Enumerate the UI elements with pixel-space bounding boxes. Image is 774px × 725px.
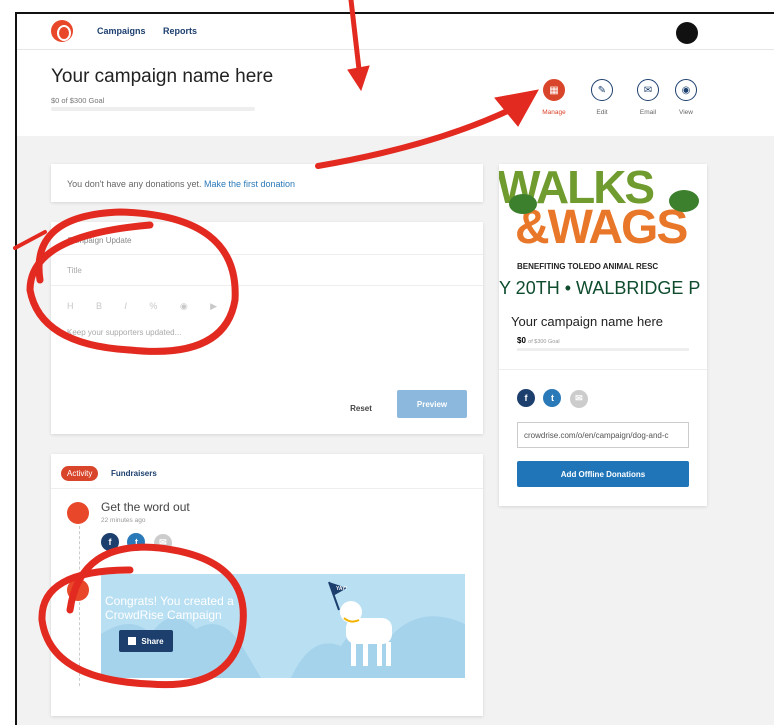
heading-icon[interactable]: H (67, 301, 74, 311)
banner-illustration (101, 581, 465, 678)
campaign-image: WALKS &WAGS BENEFITING TOLEDO ANIMAL RES… (499, 164, 707, 304)
donations-card: You don't have any donations yet. Make t… (51, 164, 483, 202)
facebook-icon[interactable]: f (517, 389, 535, 407)
update-title-input[interactable]: Title (67, 266, 82, 275)
no-donations-text: You don't have any donations yet. (67, 179, 202, 189)
twitter-icon[interactable]: t (543, 389, 562, 407)
nav-campaigns[interactable]: Campaigns (97, 26, 146, 36)
update-heading: Campaign Update (67, 236, 132, 245)
sidebar-progress-bar (517, 348, 689, 351)
envelope-icon: ✉ (637, 79, 659, 101)
view-button[interactable]: ◉ View (664, 79, 708, 116)
editor-toolbar: H B I % ◉ ▶ (67, 296, 235, 314)
email-icon[interactable]: ✉ (569, 389, 588, 408)
twitter-icon[interactable]: t (127, 533, 146, 551)
bush-graphic (509, 194, 537, 214)
manage-button[interactable]: ▦ Manage (532, 79, 576, 116)
image-benefit-text: BENEFITING TOLEDO ANIMAL RESC (517, 262, 659, 271)
campaign-update-card: Campaign Update Title H B I % ◉ ▶ Keep y… (51, 222, 483, 434)
link-icon[interactable]: % (149, 301, 157, 311)
crowdrise-logo[interactable] (51, 20, 73, 42)
banner-flag-text: YAY! (336, 586, 348, 592)
tab-activity[interactable]: Activity (61, 466, 99, 481)
bush-graphic (669, 190, 699, 212)
activity-item-time: 22 minutes ago (101, 517, 146, 524)
congrats-text: Congrats! You created a CrowdRise Campai… (105, 594, 234, 622)
facebook-square-icon (128, 637, 137, 645)
first-donation-link[interactable]: Make the first donation (204, 179, 295, 189)
goal-progress-bar (51, 107, 255, 111)
activity-item-title: Get the word out (101, 500, 190, 514)
add-offline-donations-button[interactable]: Add Offline Donations (517, 461, 689, 487)
congrats-banner: Congrats! You created a CrowdRise Campai… (101, 574, 465, 678)
video-icon[interactable]: ▶ (210, 301, 217, 312)
sidebar-amount: $0 (517, 336, 526, 345)
bold-icon[interactable]: B (96, 301, 102, 311)
view-label: View (679, 109, 693, 116)
nav-reports[interactable]: Reports (163, 26, 197, 36)
timeline-line (79, 526, 80, 686)
app-frame: Campaigns Reports Your campaign name her… (15, 12, 774, 725)
email-icon[interactable]: ✉ (153, 533, 172, 552)
image-wags-text: &WAGS (515, 201, 688, 254)
update-body-textarea[interactable]: Keep your supporters updated... (67, 328, 181, 337)
goal-text: $0 of $300 Goal (51, 96, 105, 105)
campaign-header: Your campaign name here $0 of $300 Goal … (17, 50, 774, 136)
sidebar-card: WALKS &WAGS BENEFITING TOLEDO ANIMAL RES… (499, 164, 707, 506)
campaign-url-field[interactable]: crowdrise.com/o/en/campaign/dog-and-c (517, 422, 689, 448)
reset-button[interactable]: Reset (341, 398, 381, 418)
italic-icon[interactable]: I (124, 301, 127, 311)
pencil-icon: ✎ (591, 79, 613, 101)
activity-social-row: f t ✉ (101, 532, 176, 552)
sidebar-social-row: f t ✉ (517, 388, 592, 408)
eye-icon: ◉ (675, 79, 697, 101)
sidebar-goal-text: of $300 Goal (528, 339, 560, 345)
camera-icon[interactable]: ◉ (180, 301, 188, 312)
tab-fundraisers[interactable]: Fundraisers (105, 466, 163, 481)
edit-button[interactable]: ✎ Edit (580, 79, 624, 116)
preview-button[interactable]: Preview (397, 390, 467, 418)
activity-card: Activity Fundraisers Get the word out 22… (51, 454, 483, 716)
activity-logo-icon (67, 579, 89, 601)
grid-icon: ▦ (543, 79, 565, 101)
share-button[interactable]: Share (119, 630, 173, 652)
manage-label: Manage (542, 109, 566, 116)
sidebar-campaign-title: Your campaign name here (511, 314, 664, 329)
edit-label: Edit (596, 109, 608, 116)
top-nav: Campaigns Reports (17, 14, 774, 50)
image-date-text: Y 20TH • WALBRIDGE P (499, 278, 701, 298)
facebook-icon[interactable]: f (101, 533, 119, 551)
sidebar-goal: $0 of $300 Goal (517, 336, 560, 345)
share-label: Share (141, 636, 164, 646)
avatar[interactable] (676, 22, 698, 44)
page-title: Your campaign name here (51, 66, 274, 87)
activity-logo-icon (67, 502, 89, 524)
